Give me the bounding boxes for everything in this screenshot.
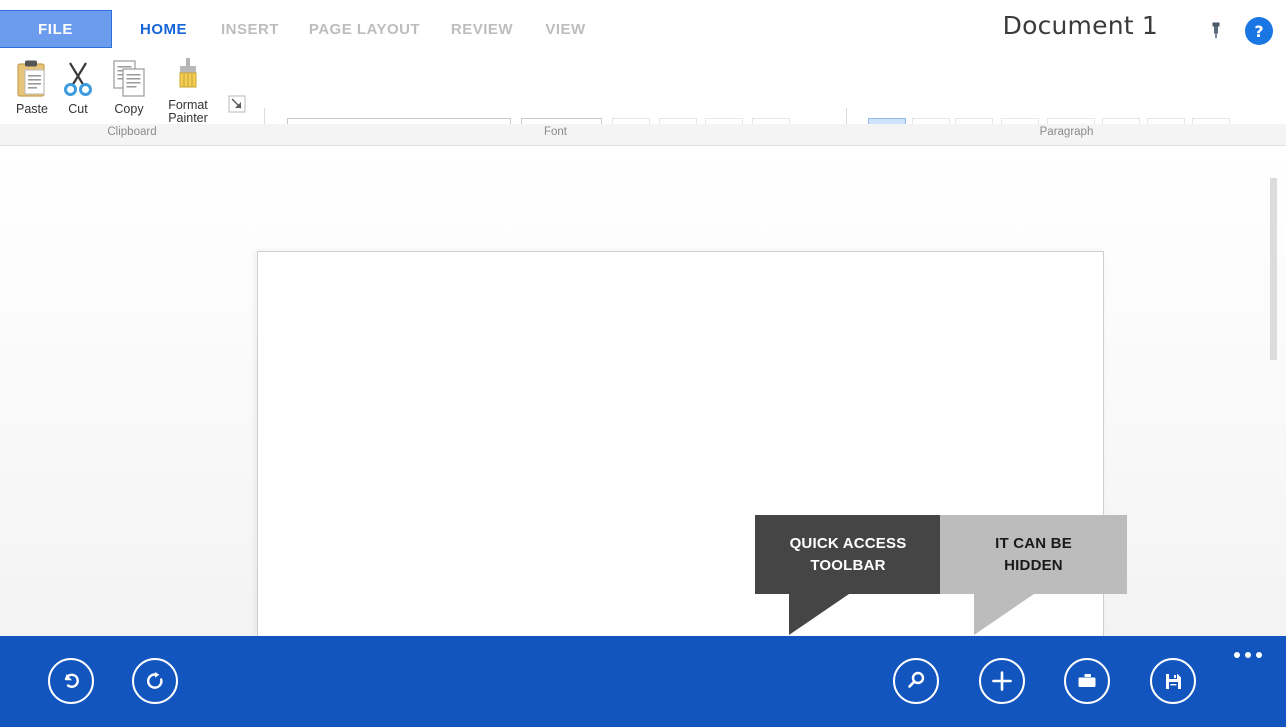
new-button[interactable]: [979, 658, 1025, 704]
paste-button[interactable]: Paste: [10, 58, 54, 116]
group-label-font: Font: [543, 126, 567, 138]
tab-view[interactable]: VIEW: [537, 10, 594, 48]
save-icon: [1166, 674, 1181, 689]
pin-icon: [1212, 22, 1220, 38]
format-painter-button[interactable]: Format Painter: [160, 56, 216, 125]
copy-icon: [113, 60, 145, 97]
paste-label: Paste: [16, 102, 48, 116]
tab-insert[interactable]: INSERT: [213, 10, 287, 48]
ellipsis-icon-dot-3: [1256, 652, 1262, 658]
ellipsis-icon-dot-1: [1234, 652, 1240, 658]
callout-qat-line1: QUICK ACCESS: [789, 534, 907, 552]
save-button[interactable]: [1150, 658, 1196, 704]
format-painter-label-line2: Painter: [168, 111, 208, 125]
search-button[interactable]: [893, 658, 939, 704]
format-painter-icon: [179, 58, 197, 88]
help-icon: ?: [1254, 21, 1264, 41]
redo-icon: [147, 672, 163, 689]
tab-insert-label: INSERT: [220, 20, 279, 38]
pin-button[interactable]: [1204, 18, 1228, 42]
callout-hidden-line1: IT CAN BE: [995, 534, 1072, 552]
more-options-button[interactable]: [1234, 652, 1262, 658]
tab-view-label: VIEW: [545, 20, 586, 38]
callout-it-can-be-hidden-text: IT CAN BE HIDDEN: [985, 533, 1082, 577]
callout-qat-line2: TOOLBAR: [810, 556, 886, 574]
quick-access-toolbar: [0, 636, 1286, 727]
vertical-scrollbar-thumb[interactable]: [1270, 178, 1277, 360]
dialog-launcher-icon: [228, 95, 246, 113]
callout-it-can-be-hidden: IT CAN BE HIDDEN: [940, 515, 1127, 594]
tab-home[interactable]: HOME: [131, 10, 196, 48]
group-label-clipboard: Clipboard: [107, 126, 157, 138]
tab-review[interactable]: REVIEW: [442, 10, 522, 48]
folder-icon: [1078, 674, 1096, 687]
page-title: Document 1: [1002, 11, 1158, 40]
callout-quick-access-toolbar-tail: [789, 594, 849, 635]
copy-label: Copy: [114, 102, 144, 116]
callout-quick-access-toolbar-text: QUICK ACCESS TOOLBAR: [780, 533, 917, 577]
format-painter-label-line1: Format: [168, 98, 208, 112]
ellipsis-icon-dot-2: [1245, 652, 1251, 658]
tab-home-label: HOME: [140, 20, 187, 38]
scissors-icon: [64, 62, 92, 96]
tab-review-label: REVIEW: [450, 20, 514, 38]
app-window: FILE HOME INSERT PAGE LAYOUT REVIEW VIEW…: [0, 0, 1286, 727]
ribbon-tab-bar: FILE HOME INSERT PAGE LAYOUT REVIEW VIEW…: [0, 0, 1286, 52]
undo-icon: [64, 673, 79, 688]
redo-button[interactable]: [132, 658, 178, 704]
cut-label: Cut: [68, 102, 88, 116]
ribbon-group-labels: Clipboard Font Paragraph: [0, 124, 1286, 146]
clipboard-dialog-launcher[interactable]: [228, 95, 246, 113]
copy-button[interactable]: Copy: [105, 58, 153, 116]
undo-button[interactable]: [48, 658, 94, 704]
help-button[interactable]: ?: [1245, 17, 1273, 45]
cut-button[interactable]: Cut: [58, 58, 98, 116]
tab-file-label: FILE: [38, 20, 73, 38]
callout-it-can-be-hidden-tail: [974, 594, 1034, 635]
callout-hidden-line2: HIDDEN: [1004, 556, 1063, 574]
group-label-paragraph: Paragraph: [1039, 126, 1094, 138]
tab-page-layout[interactable]: PAGE LAYOUT: [303, 10, 426, 48]
paste-icon: [17, 60, 45, 97]
format-painter-label: Format Painter: [168, 99, 208, 125]
open-button[interactable]: [1064, 658, 1110, 704]
tab-file[interactable]: FILE: [0, 10, 112, 48]
plus-icon: [992, 671, 1012, 691]
search-icon: [908, 671, 925, 688]
callout-quick-access-toolbar: QUICK ACCESS TOOLBAR: [755, 515, 941, 594]
tab-page-layout-label: PAGE LAYOUT: [308, 20, 421, 38]
